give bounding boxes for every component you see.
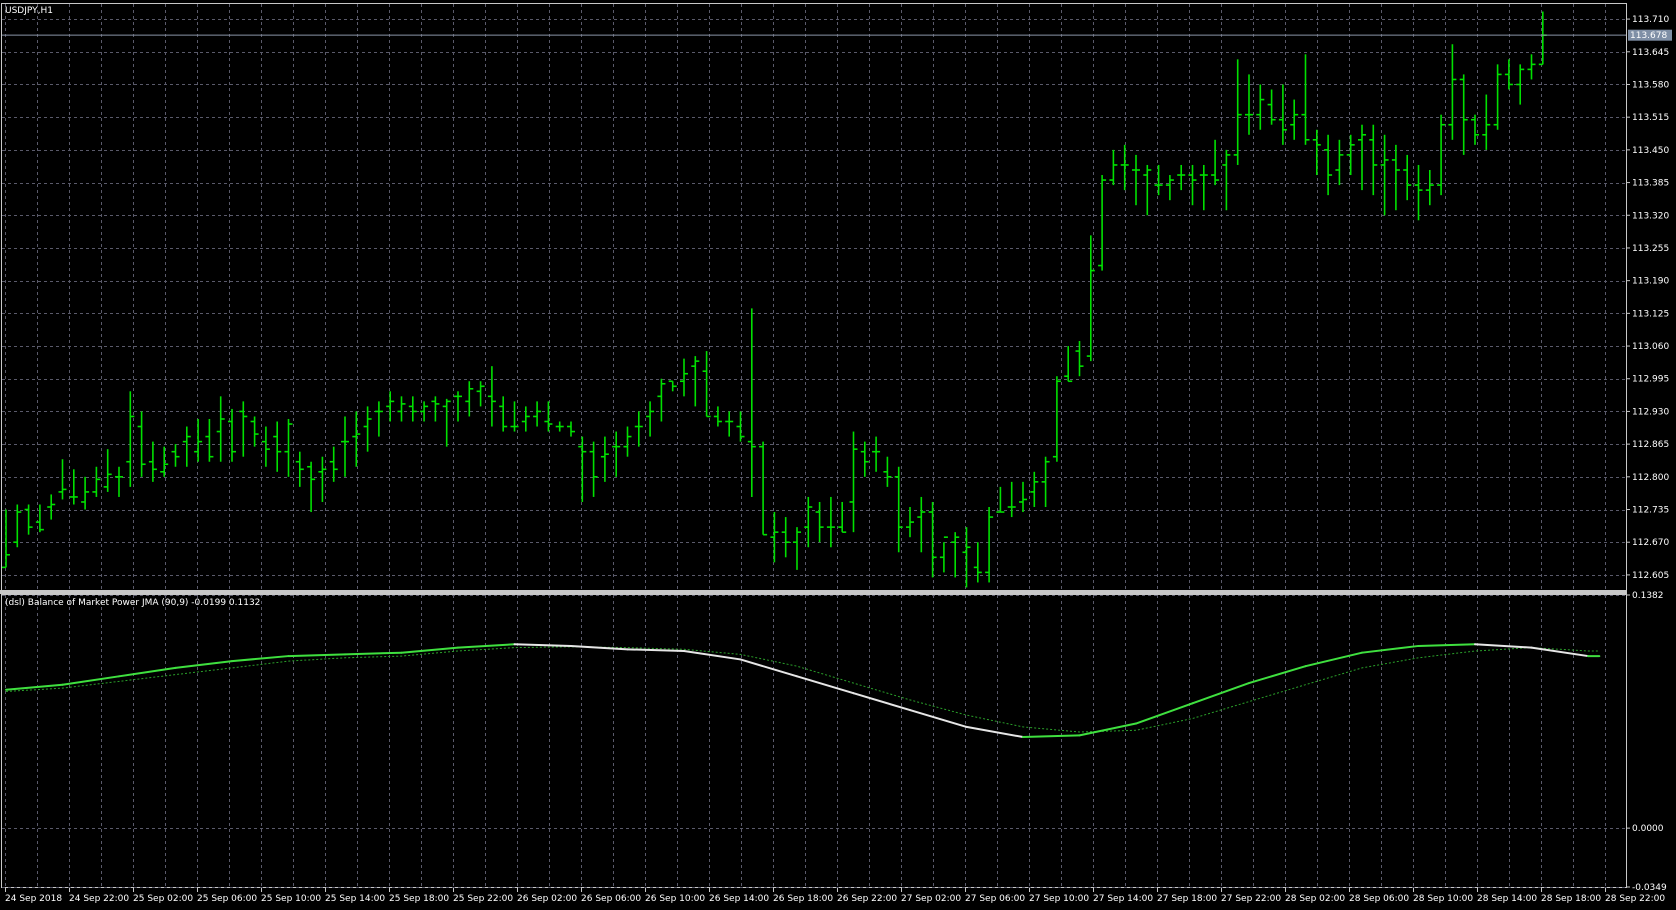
- price-axis-label: 113.710: [1632, 15, 1669, 25]
- price-axis-label: 113.515: [1632, 113, 1669, 123]
- price-axis-label: 113.645: [1632, 48, 1669, 58]
- time-axis-label: 25 Sep 18:00: [389, 894, 449, 904]
- price-axis-label: 112.670: [1632, 538, 1669, 548]
- time-axis-label: 26 Sep 06:00: [581, 894, 641, 904]
- time-axis-label: 26 Sep 10:00: [645, 894, 705, 904]
- price-axis-label: 113.580: [1632, 80, 1669, 90]
- panel-separator[interactable]: [0, 590, 1627, 594]
- price-axis-label: 113.190: [1632, 277, 1669, 287]
- chart-title: USDJPY,H1: [5, 6, 53, 16]
- price-axis-label: 113.320: [1632, 211, 1669, 221]
- time-axis-label: 27 Sep 10:00: [1029, 894, 1089, 904]
- time-axis-label: 28 Sep 18:00: [1541, 894, 1601, 904]
- time-axis-label: 27 Sep 14:00: [1093, 894, 1153, 904]
- price-axis-label: 113.060: [1632, 342, 1669, 352]
- time-axis-label: 25 Sep 02:00: [133, 894, 193, 904]
- indicator-axis-label: -0.0349: [1632, 883, 1667, 893]
- time-axis-label: 28 Sep 06:00: [1349, 894, 1409, 904]
- price-axis-label: 113.385: [1632, 179, 1669, 189]
- price-axis-label: 112.800: [1632, 473, 1669, 483]
- time-axis-label: 27 Sep 22:00: [1221, 894, 1281, 904]
- indicator-axis-label: 0.1382: [1632, 591, 1664, 601]
- price-axis-label: 112.865: [1632, 440, 1669, 450]
- price-axis-label: 112.930: [1632, 407, 1669, 417]
- time-axis-label: 26 Sep 22:00: [837, 894, 897, 904]
- price-axis-label: 113.255: [1632, 244, 1669, 254]
- time-axis-label: 28 Sep 02:00: [1285, 894, 1345, 904]
- indicator-title: (dsl) Balance of Market Power JMA (90,9)…: [5, 598, 260, 608]
- time-axis-label: 26 Sep 18:00: [773, 894, 833, 904]
- time-axis-label: 25 Sep 14:00: [325, 894, 385, 904]
- price-axis-label: 112.995: [1632, 375, 1669, 385]
- time-axis-label: 26 Sep 14:00: [709, 894, 769, 904]
- time-axis-label: 27 Sep 02:00: [901, 894, 961, 904]
- time-axis-label: 27 Sep 18:00: [1157, 894, 1217, 904]
- time-axis-label: 26 Sep 02:00: [517, 894, 577, 904]
- time-axis-label: 24 Sep 22:00: [69, 894, 129, 904]
- time-axis-label: 24 Sep 2018: [5, 894, 62, 904]
- time-axis-label: 28 Sep 22:00: [1605, 894, 1665, 904]
- time-axis-label: 27 Sep 06:00: [965, 894, 1025, 904]
- time-axis-label: 25 Sep 22:00: [453, 894, 513, 904]
- time-axis-label: 28 Sep 14:00: [1477, 894, 1537, 904]
- chart-window[interactable]: 113.710 113.645 113.580 113.515 113.450 113.3…: [0, 0, 1676, 910]
- price-axis-label: 112.605: [1632, 571, 1669, 581]
- price-axis-label: 113.125: [1632, 309, 1669, 319]
- indicator-axis-label: 0.0000: [1632, 824, 1664, 834]
- current-price-label: 113.678: [1630, 31, 1667, 41]
- price-axis-label: 112.735: [1632, 506, 1669, 516]
- price-axis-label: 113.450: [1632, 146, 1669, 156]
- time-axis-label: 25 Sep 06:00: [197, 894, 257, 904]
- time-axis-label: 25 Sep 10:00: [261, 894, 321, 904]
- time-axis-label: 28 Sep 10:00: [1413, 894, 1473, 904]
